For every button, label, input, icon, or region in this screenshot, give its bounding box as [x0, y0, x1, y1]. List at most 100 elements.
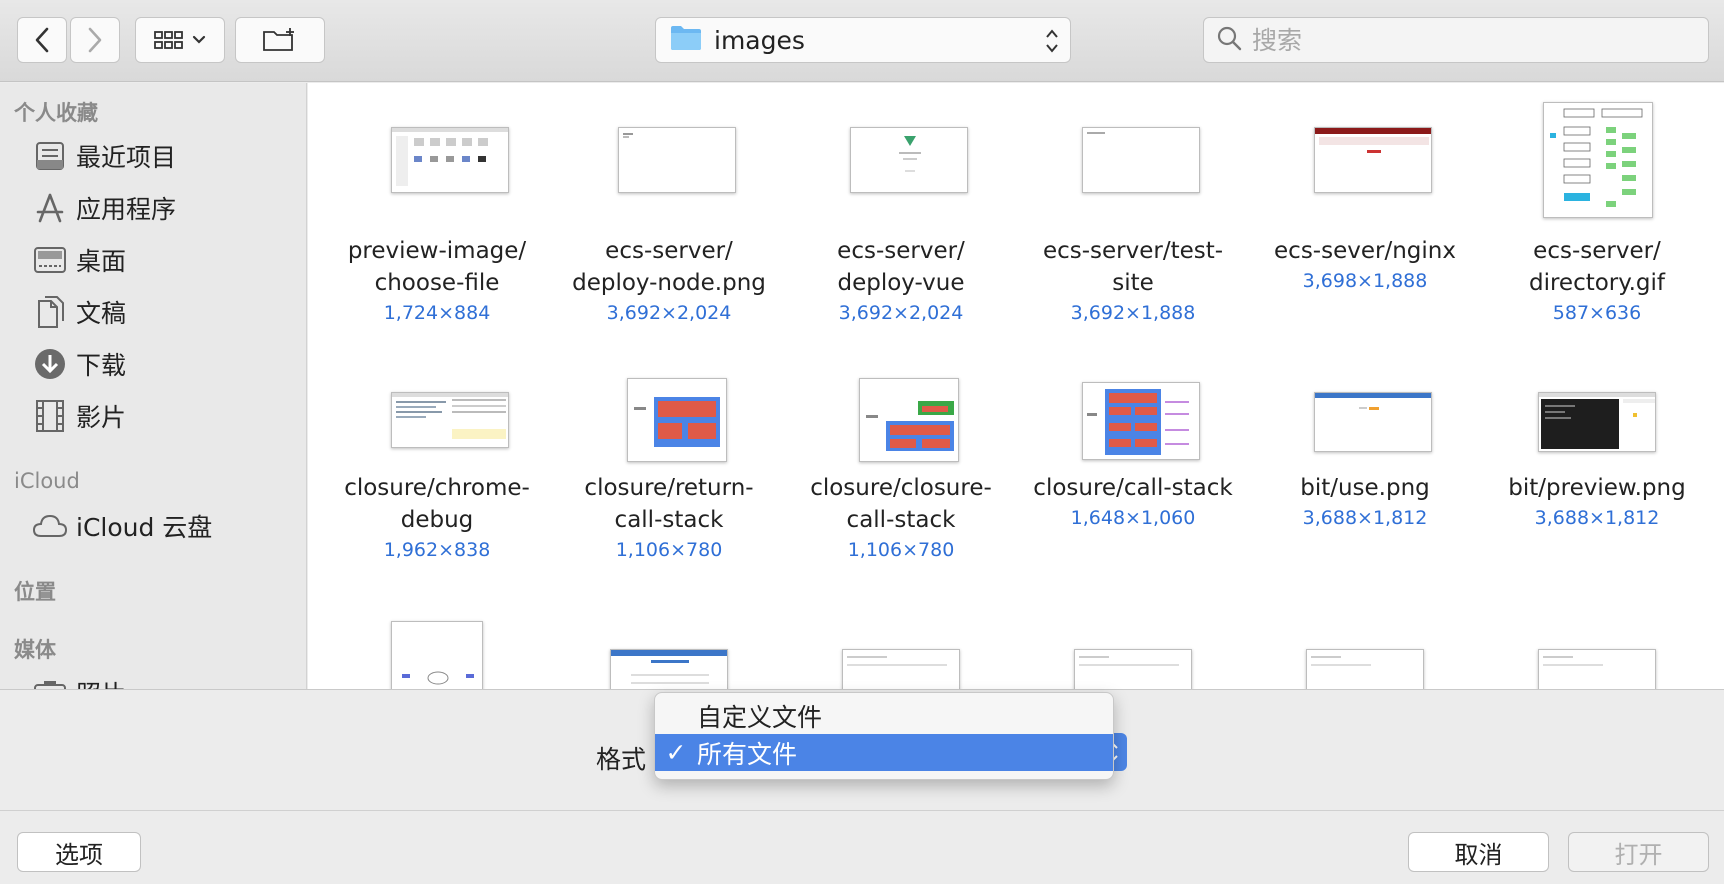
file-dimensions: 1,724×884 — [383, 302, 491, 324]
file-name: call-stack — [846, 507, 956, 533]
sidebar-item-icloud-drive[interactable]: iCloud 云盘 — [32, 506, 212, 546]
folder-icon — [670, 25, 702, 55]
file-dimensions: 1,106×780 — [615, 539, 723, 561]
file-thumbnail — [1314, 392, 1432, 452]
file-name: closure/chrome- — [344, 475, 530, 501]
sidebar-item-movies[interactable]: 影片 — [32, 396, 126, 436]
toolbar: images — [0, 0, 1724, 82]
search-icon — [1216, 25, 1242, 55]
file-name: call-stack — [614, 507, 724, 533]
file-dimensions: 3,698×1,888 — [1302, 270, 1428, 292]
file-thumbnail[interactable] — [842, 649, 960, 689]
file-item[interactable]: ecs-server/test- site 3,692×1,888 — [1017, 83, 1249, 324]
format-popup-menu: 自定义文件 ✓ 所有文件 — [654, 692, 1114, 780]
search-input[interactable] — [1252, 25, 1692, 55]
location-label: images — [714, 25, 805, 55]
file-thumbnail[interactable] — [1074, 649, 1192, 689]
icloud-section-title: iCloud — [14, 469, 80, 493]
file-dimensions: 3,688×1,812 — [1302, 507, 1428, 529]
updown-chevron-icon — [1044, 27, 1060, 59]
file-name: closure/closure- — [810, 475, 992, 501]
file-item[interactable]: ecs-sever/nginx 3,698×1,888 — [1249, 83, 1481, 323]
location-popup[interactable]: images — [655, 17, 1071, 63]
file-name: debug — [400, 507, 474, 533]
menu-item-all-files[interactable]: ✓ 所有文件 — [655, 734, 1113, 771]
file-item[interactable]: bit/use.png 3,688×1,812 — [1249, 333, 1481, 573]
sidebar-item-documents[interactable]: 文稿 — [32, 292, 126, 332]
file-item[interactable]: closure/call-stack 1,648×1,060 — [1017, 333, 1249, 573]
recents-icon — [32, 138, 68, 174]
sidebar-item-label: iCloud 云盘 — [76, 513, 213, 542]
file-thumbnail[interactable] — [610, 649, 728, 689]
file-name: ecs-sever/nginx — [1274, 238, 1456, 264]
cloud-icon — [32, 508, 68, 544]
file-item[interactable]: preview-image/ choose-file 1,724×884 — [321, 83, 553, 324]
new-folder-icon — [262, 27, 298, 53]
desktop-icon — [32, 242, 68, 278]
file-name: closure/return- — [584, 475, 754, 501]
sidebar-item-photos[interactable]: 照片 — [32, 673, 126, 689]
file-item[interactable]: closure/closure- call-stack 1,106×780 — [785, 333, 1017, 573]
sidebar-item-label: 桌面 — [76, 247, 127, 276]
back-button[interactable] — [17, 17, 67, 63]
locations-section-title: 位置 — [14, 580, 56, 604]
file-thumbnail[interactable] — [1538, 649, 1656, 689]
file-name: closure/call-stack — [1033, 475, 1233, 501]
file-thumbnail[interactable] — [391, 621, 483, 689]
file-item[interactable]: closure/return- call-stack 1,106×780 — [553, 333, 785, 573]
footer: 选项 取消 打开 — [0, 812, 1724, 884]
file-thumbnail — [1314, 127, 1432, 193]
file-name: choose-file — [374, 270, 500, 296]
file-thumbnail — [1082, 382, 1200, 460]
open-file-dialog: images 个人收藏 最近项目 应用程序 — [0, 0, 1724, 884]
sidebar-item-downloads[interactable]: 下载 — [32, 344, 126, 384]
file-name: ecs-server/test- — [1042, 238, 1224, 264]
sidebar-item-applications[interactable]: 应用程序 — [32, 188, 176, 228]
view-mode-button[interactable] — [135, 17, 225, 63]
file-thumbnail — [1082, 127, 1200, 193]
sidebar-item-label: 应用程序 — [76, 195, 177, 224]
icon-grid-view-icon — [154, 30, 184, 50]
file-dimensions: 1,962×838 — [383, 539, 491, 561]
menu-item-custom-files[interactable]: 自定义文件 — [655, 697, 1113, 734]
file-name: preview-image/ — [347, 238, 527, 264]
applications-icon — [32, 190, 68, 226]
forward-icon — [87, 27, 103, 53]
sidebar-item-label: 最近项目 — [76, 143, 177, 172]
options-button[interactable]: 选项 — [17, 832, 141, 872]
format-area: 格式 自定义文件 ✓ 所有文件 — [0, 689, 1724, 811]
file-thumbnail[interactable] — [1306, 649, 1424, 689]
file-dimensions: 3,688×1,812 — [1534, 507, 1660, 529]
file-name: deploy-vue — [837, 270, 965, 296]
file-name: site — [1112, 270, 1154, 296]
file-item[interactable]: ecs-server/ deploy-node.png 3,692×2,024 — [553, 83, 785, 324]
file-name: bit/preview.png — [1508, 475, 1686, 501]
file-item[interactable]: ecs-server/ deploy-vue 3,692×2,024 — [785, 83, 1017, 324]
file-thumbnail — [1543, 102, 1653, 218]
forward-button[interactable] — [70, 17, 120, 63]
file-item[interactable]: bit/preview.png 3,688×1,812 — [1481, 333, 1713, 573]
open-button[interactable]: 打开 — [1568, 832, 1709, 872]
downloads-icon — [32, 346, 68, 382]
sidebar-item-desktop[interactable]: 桌面 — [32, 240, 126, 280]
file-name: ecs-server/ — [1533, 238, 1661, 264]
search-field[interactable] — [1203, 17, 1709, 63]
new-folder-button[interactable] — [235, 17, 325, 63]
sidebar-item-recents[interactable]: 最近项目 — [32, 136, 176, 176]
media-section-title: 媒体 — [14, 638, 56, 662]
favorites-section-title: 个人收藏 — [14, 101, 98, 125]
file-item[interactable]: ecs-server/ directory.gif 587×636 — [1481, 83, 1713, 324]
file-name: ecs-server/ — [837, 238, 965, 264]
cancel-button[interactable]: 取消 — [1408, 832, 1549, 872]
file-name: ecs-server/ — [605, 238, 733, 264]
file-item[interactable]: closure/chrome- debug 1,962×838 — [321, 333, 553, 573]
file-dimensions: 1,106×780 — [847, 539, 955, 561]
sidebar-item-label: 文稿 — [76, 299, 127, 328]
file-dimensions: 3,692×2,024 — [606, 302, 732, 324]
file-thumbnail — [1538, 392, 1656, 452]
file-dimensions: 3,692×1,888 — [1070, 302, 1196, 324]
file-thumbnail — [627, 378, 727, 462]
format-label: 格式 — [596, 745, 647, 774]
documents-icon — [32, 294, 68, 330]
file-name: deploy-node.png — [572, 270, 766, 296]
